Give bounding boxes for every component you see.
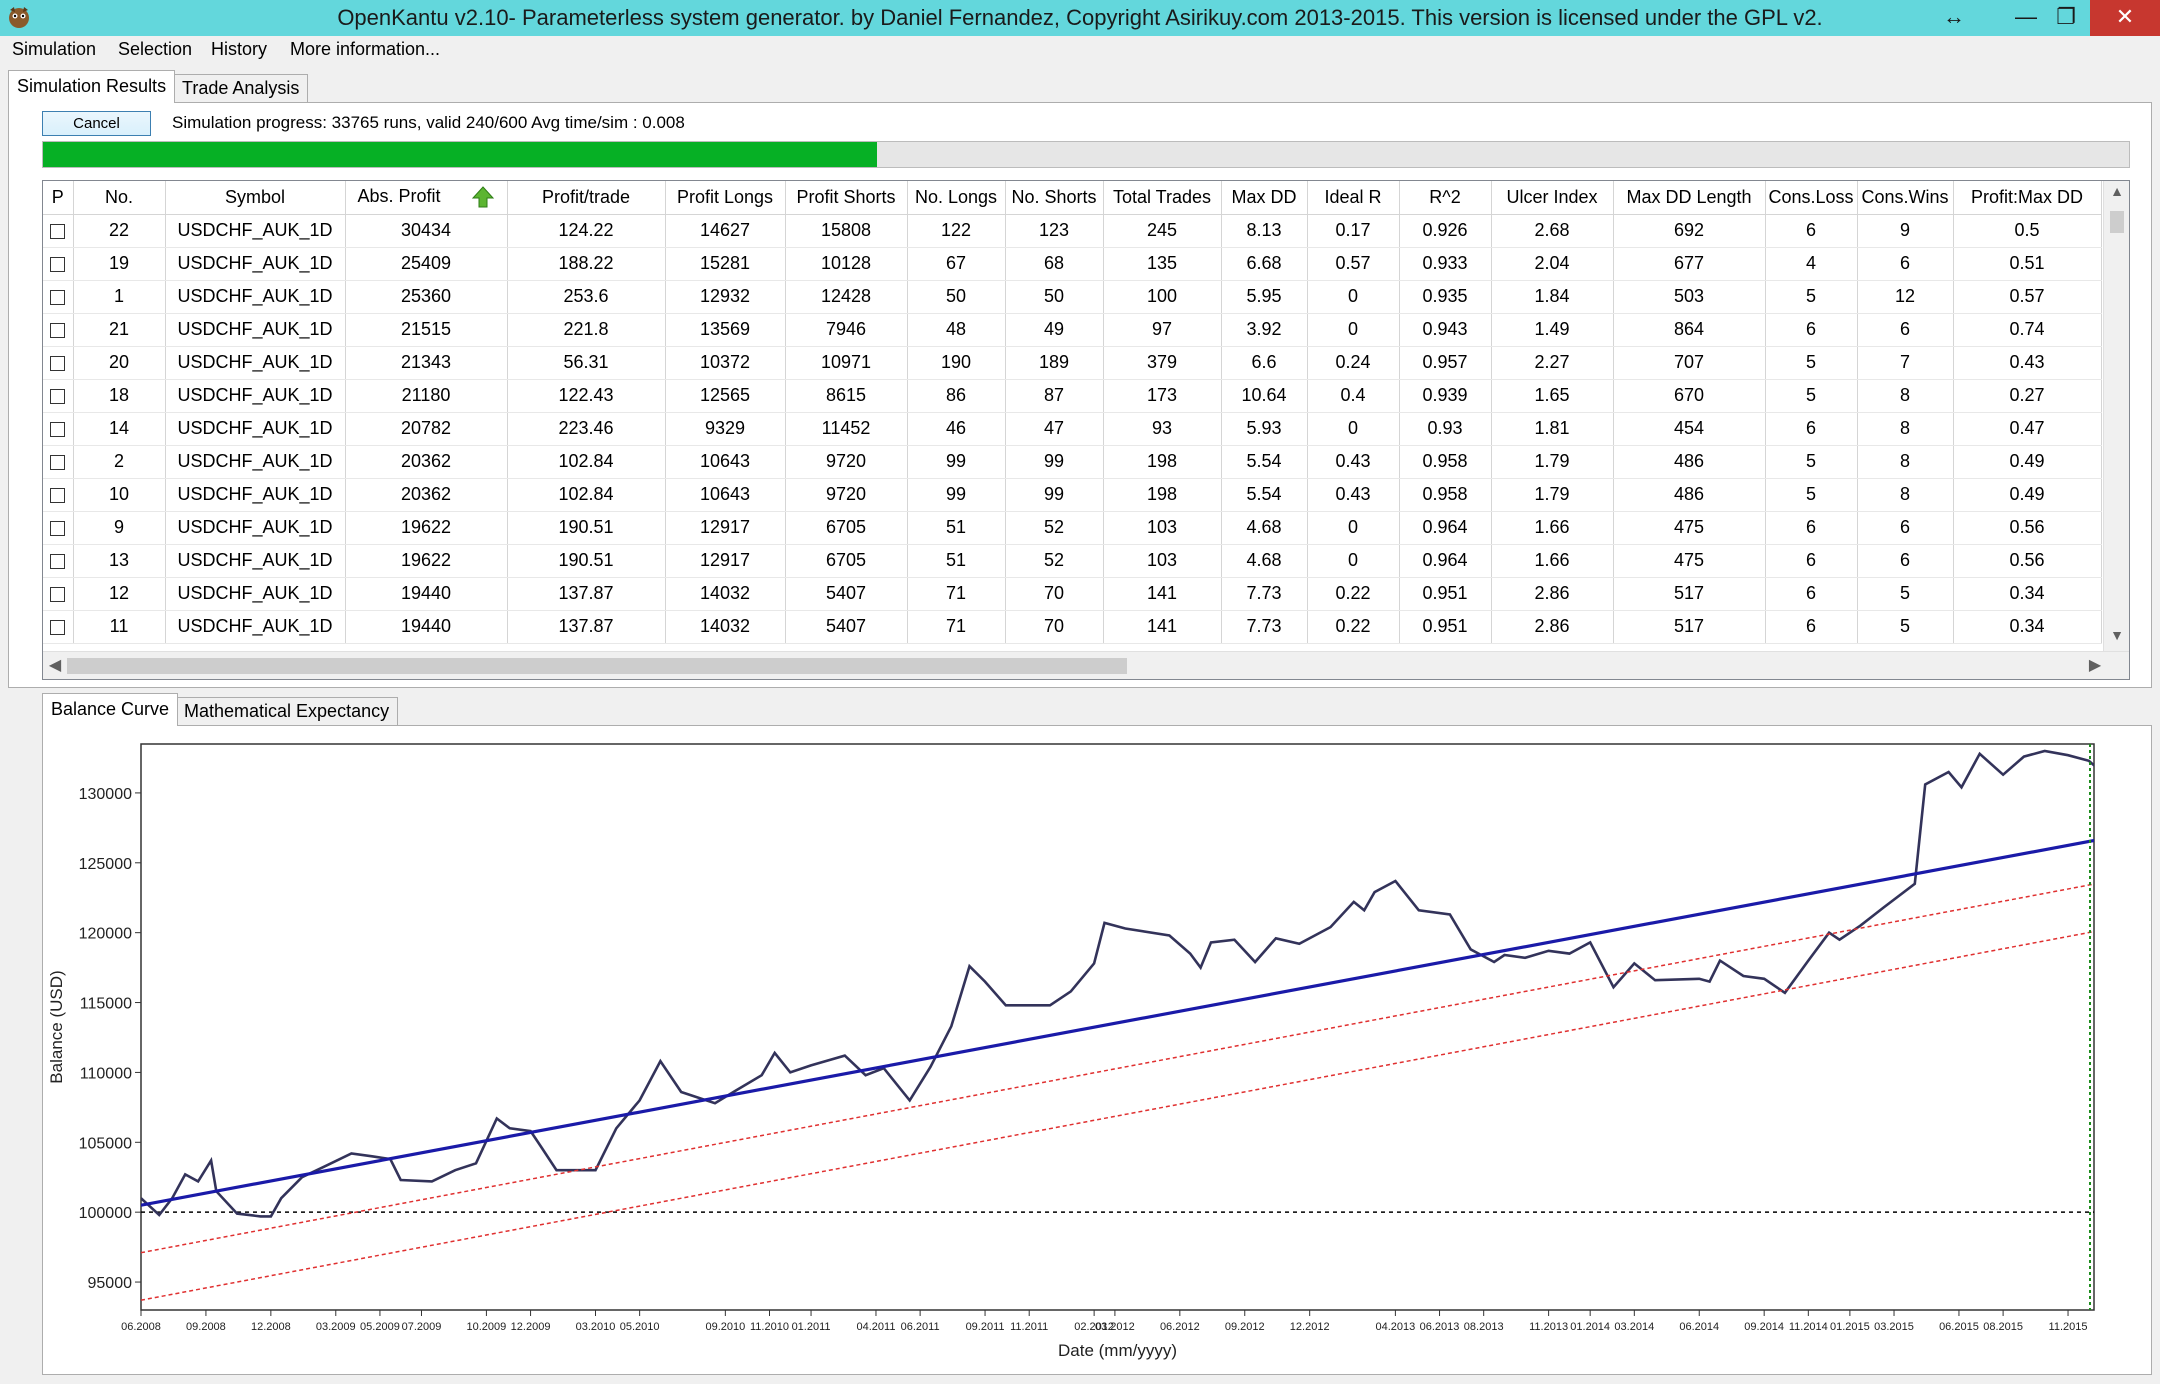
x-tick-label: 09.2010 xyxy=(705,1321,745,1333)
balance-curve-chart: 95000 100000 105000 110000 115000 120000 12500… xyxy=(47,743,2095,1360)
x-tick-label: 07.2009 xyxy=(402,1321,442,1333)
x-tick-label: 11.2015 xyxy=(2049,1321,2088,1333)
x-tick-label: 03.2015 xyxy=(1874,1321,1914,1333)
x-tick-label: 11.2014 xyxy=(1789,1321,1828,1333)
x-tick-label: 10.2009 xyxy=(467,1321,507,1333)
y-tick-label: 105000 xyxy=(79,1135,132,1152)
x-tick-label: 06.2012 xyxy=(1160,1321,1200,1333)
y-tick-label: 120000 xyxy=(79,926,132,943)
y-axis-label: Balance (USD) xyxy=(47,970,66,1083)
x-tick-label: 06.2008 xyxy=(121,1321,161,1333)
x-tick-label: 12.2012 xyxy=(1290,1321,1330,1333)
x-tick-label: 09.2008 xyxy=(186,1321,226,1333)
x-tick-label: 09.2012 xyxy=(1225,1321,1265,1333)
x-tick-label: 11.2010 xyxy=(750,1321,789,1333)
x-tick-label: 06.2013 xyxy=(1420,1321,1460,1333)
x-tick-label: 11.2011 xyxy=(1010,1321,1048,1333)
tab-simulation-results[interactable]: Simulation Results xyxy=(8,70,176,103)
x-tick-label: 03.2009 xyxy=(316,1321,356,1333)
x-tick-label: 06.2011 xyxy=(901,1321,940,1333)
x-tick-label: 06.2014 xyxy=(1679,1321,1719,1333)
y-tick-label: 110000 xyxy=(80,1065,132,1082)
x-axis-label: Date (mm/yyyy) xyxy=(1058,1341,1177,1360)
tab-balance-curve[interactable]: Balance Curve xyxy=(42,693,179,726)
x-tick-label: 04.2013 xyxy=(1376,1321,1416,1333)
x-tick-label: 06.2015 xyxy=(1939,1321,1979,1333)
y-tick-label: 115000 xyxy=(80,996,132,1013)
y-tick-label: 100000 xyxy=(79,1205,132,1222)
x-tick-label: 01.2011 xyxy=(792,1321,831,1333)
x-tick-label: 05.2010 xyxy=(620,1321,660,1333)
y-tick-label: 95000 xyxy=(88,1275,133,1292)
x-tick-label: 12.2008 xyxy=(251,1321,291,1333)
x-tick-label: 01.2015 xyxy=(1830,1321,1870,1333)
x-tick-label: 03.2014 xyxy=(1614,1321,1654,1333)
x-tick-label: 03.2010 xyxy=(576,1321,616,1333)
x-tick-label: 05.2009 xyxy=(360,1321,400,1333)
x-tick-label: 01.2014 xyxy=(1570,1321,1610,1333)
x-tick-label: 04.2011 xyxy=(856,1321,895,1333)
x-tick-label: 11.2013 xyxy=(1529,1321,1568,1333)
x-tick-label: 08.2015 xyxy=(1983,1321,2023,1333)
x-tick-label: 03.2012 xyxy=(1095,1321,1135,1333)
x-tick-label: 08.2013 xyxy=(1464,1321,1504,1333)
x-tick-label: 09.2011 xyxy=(966,1321,1005,1333)
y-tick-label: 125000 xyxy=(79,856,132,873)
x-tick-label: 12.2009 xyxy=(511,1321,551,1333)
x-tick-label: 09.2014 xyxy=(1744,1321,1784,1333)
plot-area xyxy=(140,743,2095,1311)
y-tick-label: 130000 xyxy=(79,786,132,803)
